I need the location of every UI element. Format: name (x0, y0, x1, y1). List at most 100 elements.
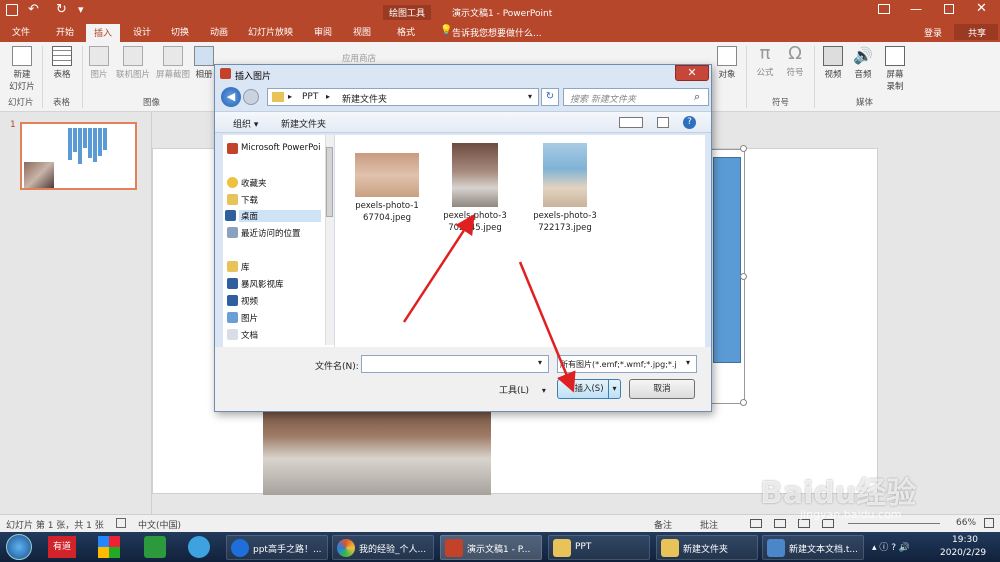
start-button[interactable] (6, 534, 32, 560)
nav-item-pictures[interactable]: 图片 (227, 312, 258, 324)
chevron-down-icon[interactable]: ▾ (538, 358, 542, 367)
file-item[interactable]: pexels-photo-1 67704.jpeg (347, 143, 427, 224)
album-button[interactable]: 相册 (194, 46, 214, 80)
tell-me-search[interactable]: 告诉我您想要做什么... (452, 26, 542, 39)
tab-view[interactable]: 视图 (353, 25, 371, 38)
taskbar-item[interactable]: 新建文件夹 (656, 535, 758, 560)
nav-item-library[interactable]: 库 (227, 261, 250, 273)
app-store-button[interactable]: 应用商店 (342, 52, 376, 64)
tools-button[interactable]: 工具(L) ▾ (499, 383, 546, 396)
tab-animations[interactable]: 动画 (210, 25, 228, 38)
taskbar-item[interactable]: PPT (548, 535, 650, 560)
maximize-icon[interactable] (944, 4, 954, 14)
filetype-select[interactable]: 所有图片(*.emf;*.wmf;*.jpg;*.j ▾ (557, 355, 697, 373)
notes-button[interactable]: 备注 (654, 518, 672, 531)
customize-icon[interactable]: ▾ (78, 3, 84, 16)
picture-icon (227, 312, 238, 323)
nav-scrollbar-thumb[interactable] (326, 147, 333, 217)
search-box[interactable]: 搜索 新建文件夹 ⌕ (563, 88, 709, 106)
sorter-view-icon[interactable] (774, 519, 786, 528)
comments-button[interactable]: 批注 (700, 518, 718, 531)
file-item[interactable]: pexels-photo-3 702245.jpeg (435, 143, 515, 234)
pinned-app-icon[interactable] (144, 536, 166, 558)
nav-item-favorites[interactable]: 收藏夹 (227, 177, 267, 189)
taskbar-item-active[interactable]: 演示文稿1 - P... (440, 535, 542, 560)
clock-date[interactable]: 2020/2/29 (940, 548, 986, 558)
tab-transitions[interactable]: 切换 (171, 25, 189, 38)
audio-button[interactable]: 🔊 音频 (850, 46, 876, 80)
nav-item-downloads[interactable]: 下载 (227, 194, 258, 206)
chevron-down-icon[interactable]: ▾ (608, 380, 620, 398)
screen-record-button[interactable]: 屏幕 录制 (880, 46, 910, 92)
online-picture-button[interactable]: 联机图片 (114, 46, 152, 80)
picture-icon (89, 46, 109, 66)
spellcheck-icon[interactable] (116, 518, 126, 528)
tray-icons[interactable]: ▴ ⓘ ? 🔊 (872, 540, 930, 554)
table-button[interactable]: 表格 (48, 46, 76, 80)
save-icon[interactable] (6, 4, 18, 16)
nav-item-documents[interactable]: 文档 (227, 329, 258, 341)
nav-item-video-library[interactable]: 暴风影视库 (227, 278, 284, 290)
taskbar-item[interactable]: ppt高手之路！... (226, 535, 328, 560)
dialog-close-button[interactable]: ✕ (675, 65, 709, 81)
breadcrumb-ppt[interactable]: PPT (302, 92, 318, 102)
nav-item-recent[interactable]: 最近访问的位置 (227, 227, 301, 239)
refresh-button[interactable]: ↻ (541, 88, 559, 106)
resize-handle[interactable] (740, 145, 747, 152)
resize-handle[interactable] (740, 399, 747, 406)
new-folder-button[interactable]: 新建文件夹 (281, 117, 326, 130)
filename-field[interactable]: ▾ (361, 355, 549, 373)
picture-button[interactable]: 图片 (86, 46, 112, 80)
help-icon[interactable]: ? (683, 116, 696, 129)
redo-icon[interactable]: ↻ (56, 2, 67, 17)
view-menu-icon[interactable] (619, 117, 643, 128)
tab-file[interactable]: 文件 (12, 25, 30, 38)
chevron-down-icon[interactable]: ▾ (528, 92, 532, 101)
taskbar-item[interactable]: 新建文本文档.t... (762, 535, 864, 560)
file-item[interactable]: pexels-photo-3 722173.jpeg (525, 143, 605, 234)
back-button[interactable]: ◀ (221, 87, 241, 107)
resize-handle[interactable] (740, 273, 747, 280)
tab-design[interactable]: 设计 (133, 25, 151, 38)
undo-icon[interactable]: ↶ (28, 2, 39, 17)
taskbar-item[interactable]: 我的经验_个人... (332, 535, 434, 560)
tab-review[interactable]: 审阅 (314, 25, 332, 38)
insert-button[interactable]: 插入(S) ▾ (557, 379, 621, 399)
symbol-button[interactable]: Ω 符号 (782, 44, 808, 79)
minimize-icon[interactable]: — (910, 2, 922, 16)
login-link[interactable]: 登录 (924, 26, 942, 39)
formula-button[interactable]: π 公式 (752, 44, 778, 79)
tab-insert[interactable]: 插入 (86, 24, 121, 42)
normal-view-icon[interactable] (750, 519, 762, 528)
fit-slide-icon[interactable] (984, 518, 994, 528)
tab-home[interactable]: 开始 (56, 25, 74, 38)
zoom-level[interactable]: 66% (956, 518, 976, 528)
new-slide-button[interactable]: 新建 幻灯片 (6, 46, 38, 92)
tab-slideshow[interactable]: 幻灯片放映 (248, 25, 293, 38)
slide-thumbnail[interactable] (20, 122, 137, 190)
nav-item-videos[interactable]: 视频 (227, 295, 258, 307)
nav-item-desktop[interactable]: 桌面 (225, 210, 321, 222)
video-button[interactable]: 视频 (820, 46, 846, 80)
forward-button[interactable] (243, 89, 259, 105)
nav-item[interactable]: Microsoft PowerPoi (227, 143, 320, 154)
ribbon-options-icon[interactable] (878, 4, 890, 14)
pinned-app-icon[interactable] (188, 536, 210, 558)
language[interactable]: 中文(中国) (138, 518, 181, 531)
screenshot-button[interactable]: 屏幕截图 (154, 46, 192, 80)
breadcrumb-new-folder[interactable]: 新建文件夹 (342, 92, 387, 105)
zoom-slider[interactable] (848, 523, 940, 524)
close-icon[interactable]: ✕ (976, 1, 987, 16)
share-button[interactable]: 共享 (954, 24, 998, 40)
slide-photo[interactable] (263, 404, 491, 495)
preview-pane-icon[interactable] (657, 117, 669, 128)
organize-button[interactable]: 组织 ▾ (233, 117, 258, 130)
object-button[interactable]: 对象 (713, 46, 741, 80)
pinned-app-icon[interactable] (98, 536, 120, 558)
address-bar[interactable]: ▸ PPT ▸ 新建文件夹 ▾ (267, 88, 539, 106)
youdao-button[interactable]: 有道 (48, 536, 76, 558)
cancel-button[interactable]: 取消 (629, 379, 695, 399)
search-input[interactable]: 搜索 新建文件夹 (570, 92, 636, 105)
clock-time[interactable]: 19:30 (952, 535, 978, 545)
tab-format[interactable]: 格式 (397, 25, 415, 38)
